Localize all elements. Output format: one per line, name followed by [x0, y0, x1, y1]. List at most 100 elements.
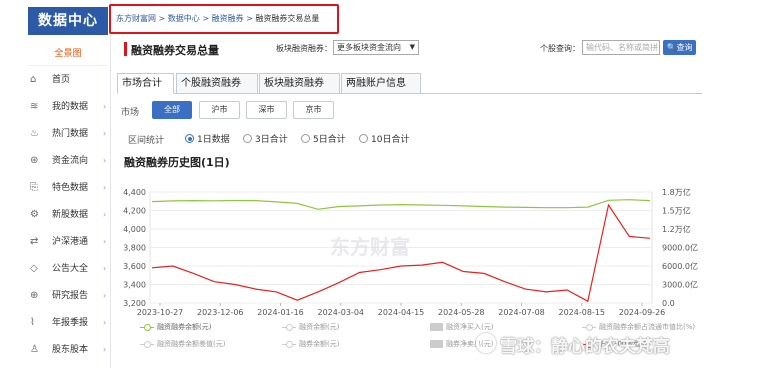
sidebar-item-0[interactable]: ⌂ 首页 — [30, 67, 110, 93]
sidebar-item-label: 研究报告 — [52, 291, 89, 301]
legend-label: 融资余额(元) — [299, 323, 340, 331]
interval-option-label: 5日合计 — [313, 135, 346, 145]
home-icon: ⌂ — [30, 74, 37, 85]
interval-radio-1d[interactable]: 1日数据 — [185, 132, 230, 145]
chevron-right-icon: › — [103, 183, 107, 192]
chevron-right-icon: › — [103, 345, 107, 354]
interval-radio-3d[interactable]: 3日合计 — [243, 132, 288, 145]
sidebar-title[interactable]: 数据中心 — [28, 7, 108, 35]
legend-swatch-icon — [430, 340, 443, 348]
megaphone-icon: ◇ — [30, 263, 38, 274]
breadcrumb-link-margin[interactable]: 融资融券 — [212, 14, 244, 23]
title-accent-bar — [124, 42, 127, 56]
xueqiu-logo-icon — [476, 333, 496, 353]
interval-option-label: 10日合计 — [371, 135, 410, 145]
interval-option-label: 3日合计 — [255, 135, 288, 145]
legend-swatch-icon — [140, 340, 154, 348]
x-tick-label: 2024-03-04 — [318, 308, 365, 317]
fire-icon: ♨ — [30, 128, 39, 139]
stock-query-label: 个股查询： — [540, 44, 580, 53]
radio-dot-icon — [185, 134, 194, 143]
market-sh-button[interactable]: 沪市 — [199, 101, 240, 119]
legend-item[interactable]: 融资融券余额(元) — [140, 322, 211, 332]
chevron-down-icon: ▼ — [409, 43, 415, 51]
market-label: 市场 — [121, 108, 140, 118]
block-margin-label: 板块融资融券： — [276, 44, 332, 53]
y-left-tick-label: 3,600 — [123, 262, 146, 271]
line-chart-icon: ⌇ — [30, 317, 35, 328]
market-sz-button[interactable]: 深市 — [246, 101, 287, 119]
chevron-right-icon: › — [103, 291, 107, 300]
y-right-tick-label: 1.2万亿 — [662, 224, 691, 234]
y-right-tick-label: 9000.0亿 — [662, 243, 698, 253]
legend-swatch-icon — [282, 323, 296, 331]
sidebar-overview-link[interactable]: 全景图 — [28, 42, 108, 66]
sidebar-item-9[interactable]: ⌇ 年报季报 › — [30, 310, 110, 336]
legend-swatch-icon — [140, 323, 154, 331]
y-right-tick-label: 3000.0亿 — [662, 280, 698, 290]
chevron-right-icon: › — [103, 156, 107, 165]
legend-label: 融券余额(元) — [299, 340, 340, 348]
y-left-tick-label: 3,200 — [123, 299, 146, 308]
legend-item[interactable]: 融资融券余额差值(元) — [140, 339, 225, 349]
query-button[interactable]: 🔍查询 — [663, 40, 696, 55]
interval-radio-5d[interactable]: 5日合计 — [301, 132, 346, 145]
y-left-tick-label: 4,200 — [123, 207, 146, 216]
legend-item[interactable]: 融资净买入(元) — [430, 322, 493, 332]
money-flow-icon: ⊛ — [30, 155, 39, 166]
legend-label: 融资净买入(元) — [446, 323, 494, 331]
x-tick-label: 2024-05-28 — [438, 308, 485, 317]
breadcrumb-separator: > — [199, 14, 212, 23]
legend-item[interactable]: 融券余额(元) — [282, 339, 339, 349]
sidebar-item-label: 首页 — [52, 75, 71, 85]
chevron-right-icon: › — [103, 102, 107, 111]
sidebar-item-8[interactable]: ⊕ 研究报告 › — [30, 283, 110, 309]
sidebar-item-4[interactable]: ⎘ 特色数据 › — [30, 175, 110, 201]
sidebar-item-7[interactable]: ◇ 公告大全 › — [30, 256, 110, 282]
breadcrumb-link-data-center[interactable]: 数据中心 — [168, 14, 200, 23]
legend-item[interactable]: 融资融券余额占流通市值比(%) — [582, 322, 695, 332]
block-flow-select[interactable]: 更多板块资金流向 ▼ — [333, 40, 419, 55]
chevron-right-icon: › — [103, 318, 107, 327]
sidebar-item-label: 热门数据 — [52, 129, 89, 139]
block-flow-select-value: 更多板块资金流向 — [337, 43, 401, 52]
sidebar-item-1[interactable]: ≋ 我的数据 › — [30, 94, 110, 120]
history-chart-title: 融资融券历史图(1日) — [124, 156, 230, 169]
market-bj-button[interactable]: 京市 — [293, 101, 334, 119]
query-button-label: 查询 — [676, 43, 693, 52]
sidebar-item-10[interactable]: ♙ 股东股本 › — [30, 337, 110, 363]
sidebar-item-3[interactable]: ⊛ 资金流向 › — [30, 148, 110, 174]
legend-label: 融资融券余额(元) — [157, 323, 212, 331]
x-tick-label: 2023-10-27 — [137, 308, 184, 317]
tab-market-total[interactable]: 市场合计 — [117, 73, 174, 94]
legend-swatch-icon — [582, 323, 596, 331]
sidebar-item-label: 年报季报 — [52, 318, 89, 328]
interval-radio-10d[interactable]: 10日合计 — [359, 132, 409, 145]
chart-watermark: 东方财富 — [330, 235, 410, 259]
sidebar-item-5[interactable]: ⚙ 新股数据 › — [30, 202, 110, 228]
market-all-button[interactable]: 全部 — [152, 101, 192, 119]
x-tick-label: 2024-08-15 — [559, 308, 606, 317]
page-title: 融资融券交易总量 — [131, 44, 219, 57]
y-left-tick-label: 3,800 — [123, 244, 146, 253]
tab-sector-margin[interactable]: 板块融资融券 — [259, 73, 340, 94]
tab-stock-margin[interactable]: 个股融资融券 — [176, 73, 258, 94]
sidebar-item-label: 新股数据 — [52, 210, 89, 220]
page-root: 数据中心 全景图 ⌂ 首页 ≋ 我的数据 › ♨ 热门数据 › ⊛ 资金流向 › ⎘ 特色数据 › ⚙ 新股数… — [0, 0, 759, 368]
radio-dot-icon — [301, 134, 310, 143]
x-tick-label: 2024-01-16 — [257, 308, 304, 317]
tab-account-info[interactable]: 两融账户信息 — [341, 73, 421, 94]
sidebar-item-label: 资金流向 — [52, 156, 89, 166]
stock-query-input[interactable]: 输代码、名称或简拼 — [582, 40, 660, 55]
breadcrumb-link-home[interactable]: 东方财富网 — [116, 14, 156, 23]
y-left-tick-label: 4,400 — [123, 188, 146, 197]
sidebar-item-2[interactable]: ♨ 热门数据 › — [30, 121, 110, 147]
radio-dot-icon — [359, 134, 368, 143]
globe-icon: ⊕ — [30, 290, 39, 301]
sidebar-item-6[interactable]: ⇄ 沪深港通 › — [30, 229, 110, 255]
y-right-tick-label: 6000.0亿 — [662, 261, 698, 271]
sidebar-item-label: 沪深港通 — [52, 237, 89, 247]
y-right-tick-label: 1.8万亿 — [662, 187, 691, 197]
legend-item[interactable]: 融资余额(元) — [282, 322, 339, 332]
search-icon: 🔍 — [666, 43, 677, 52]
